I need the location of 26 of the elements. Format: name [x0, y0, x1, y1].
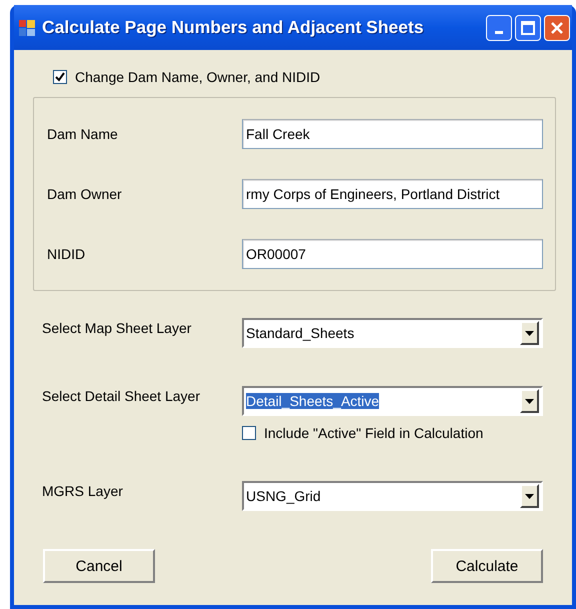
- dropdown[interactable]: Standard_Sheets: [242, 318, 543, 348]
- field-label: Dam Name: [47, 126, 119, 142]
- maximize-button[interactable]: [515, 14, 541, 40]
- checkbox[interactable]: [242, 426, 256, 440]
- checkbox-label: Change Dam Name, Owner, and NIDID: [75, 69, 320, 85]
- checkbox[interactable]: [53, 70, 67, 84]
- text-field[interactable]: rmy Corps of Engineers, Portland District: [242, 179, 543, 209]
- checkbox-label: Include "Active" Field in Calculation: [264, 425, 484, 441]
- cancel-button[interactable]: Cancel: [43, 549, 155, 583]
- window-title: Calculate Page Numbers and Adjacent Sheets: [42, 17, 425, 38]
- close-icon: [550, 20, 564, 34]
- maximize-icon: [521, 20, 535, 34]
- text-field[interactable]: OR00007: [242, 239, 543, 269]
- field-label: Select Map Sheet Layer: [42, 319, 192, 336]
- dropdown[interactable]: USNG_Grid: [242, 481, 543, 511]
- field-label: NIDID: [47, 246, 86, 262]
- field-label: Select Detail Sheet Layer: [42, 387, 201, 404]
- minimize-button[interactable]: [486, 14, 512, 40]
- text-field[interactable]: Fall Creek: [242, 119, 543, 149]
- field-label: Dam Owner: [47, 186, 123, 202]
- field-label: MGRS Layer: [42, 482, 124, 499]
- calculate-button[interactable]: Calculate: [431, 549, 543, 583]
- minimize-icon: [495, 31, 503, 34]
- app-icon: [18, 18, 36, 36]
- dropdown[interactable]: Detail_Sheets_Active: [242, 386, 543, 416]
- close-button[interactable]: [544, 14, 570, 40]
